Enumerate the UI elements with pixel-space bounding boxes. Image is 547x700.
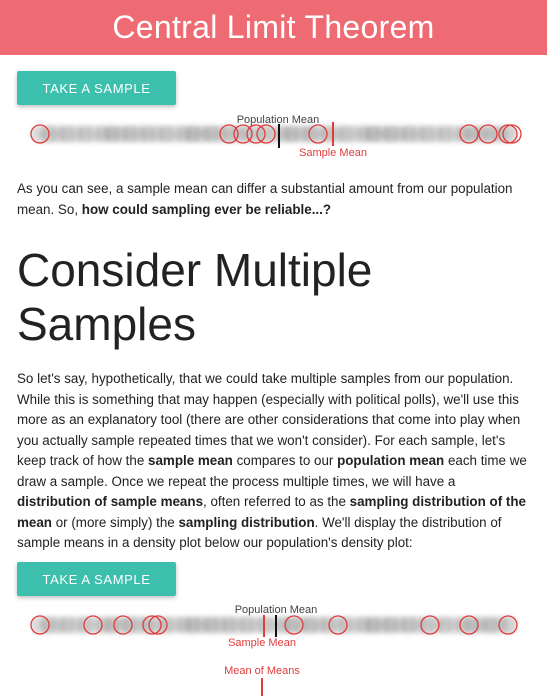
- explanation-text: or (more simply) the: [51, 514, 179, 530]
- page-header: Central Limit Theorem: [0, 0, 547, 55]
- section-title: Consider Multiple Samples: [17, 244, 373, 350]
- intro-paragraph: As you can see, a sample mean can differ…: [17, 179, 532, 220]
- population-mean-label: Population Mean: [235, 604, 318, 616]
- term-population-mean: population mean: [337, 453, 445, 468]
- sample-mean-label: Sample Mean: [228, 637, 296, 649]
- intro-bold-text: how could sampling ever be reliable...?: [81, 201, 332, 217]
- population-dots: [31, 616, 517, 634]
- population-dots: [31, 125, 517, 143]
- mean-of-means-label: Mean of Means: [224, 665, 300, 677]
- term-sampling-distribution: sampling distribution: [178, 514, 315, 530]
- sample-mean-label: Sample Mean: [299, 147, 367, 159]
- explanation-paragraph: So let's say, hypothetically, that we co…: [17, 369, 532, 554]
- explanation-text: compares to our: [232, 453, 338, 468]
- take-sample-button-2[interactable]: TAKE A SAMPLE: [17, 562, 176, 596]
- explanation-text: , often referred to as the: [203, 494, 350, 509]
- term-sample-mean: sample mean: [148, 453, 233, 468]
- take-sample-button[interactable]: TAKE A SAMPLE: [17, 71, 176, 105]
- page-title: Central Limit Theorem: [112, 9, 435, 45]
- population-strip: Population Mean Sample Mean: [30, 114, 522, 159]
- population-strip-2: Population Mean Sample Mean Mean of Mean…: [30, 604, 518, 696]
- term-distribution-of-sample-means: distribution of sample means: [17, 494, 204, 509]
